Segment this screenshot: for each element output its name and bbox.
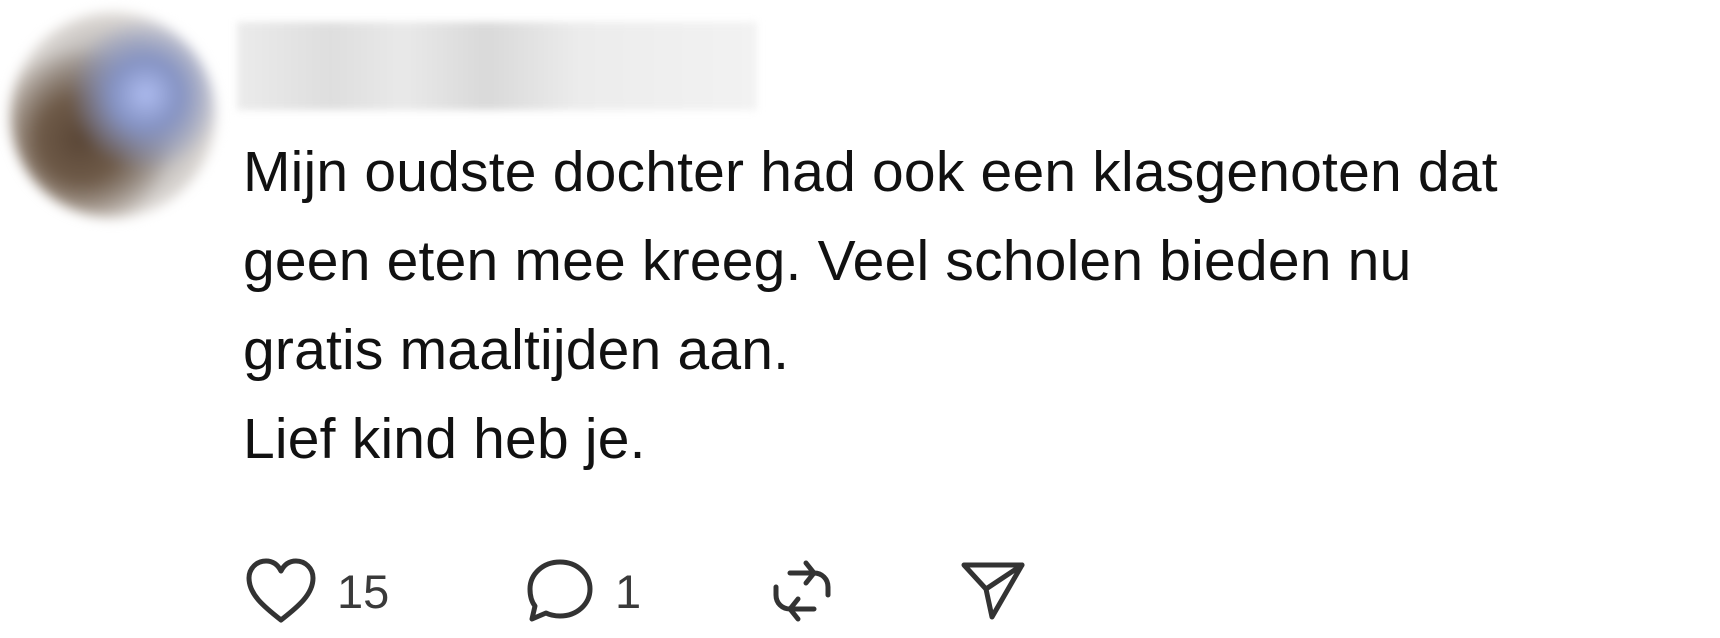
reply-button[interactable]: 1 — [523, 556, 766, 626]
like-button[interactable]: 15 — [243, 556, 523, 626]
speech-bubble-icon — [527, 559, 593, 622]
avatar[interactable] — [10, 12, 216, 218]
post-text: Mijn oudste dochter had ook een klasgeno… — [243, 128, 1703, 484]
username-blurred[interactable] — [237, 22, 757, 110]
action-bar: 15 1 — [243, 555, 1036, 627]
post: Mijn oudste dochter had ook een klasgeno… — [0, 0, 1720, 638]
post-text-line: gratis maaltijden aan. — [243, 318, 790, 382]
like-count: 15 — [337, 564, 390, 618]
send-icon — [961, 562, 1025, 620]
heart-icon — [246, 558, 316, 623]
reply-count: 1 — [615, 564, 642, 618]
post-text-line: Lief kind heb je. — [243, 407, 646, 471]
share-button[interactable] — [956, 555, 1036, 627]
post-text-line: Mijn oudste dochter had ook een klasgeno… — [243, 140, 1498, 204]
post-text-line: geen eten mee kreeg. Veel scholen bieden… — [243, 229, 1412, 293]
repost-icon — [773, 560, 831, 622]
repost-button[interactable] — [766, 555, 956, 627]
